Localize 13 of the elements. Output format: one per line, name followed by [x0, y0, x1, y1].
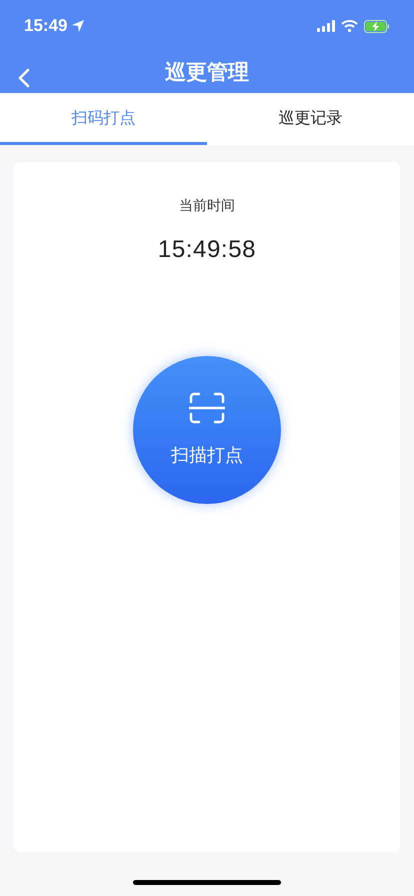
scan-button[interactable]: 扫描打点 [133, 356, 281, 504]
current-time: 15:49:58 [158, 235, 256, 265]
status-time: 15:49 [24, 15, 68, 38]
time-label: 当前时间 [179, 196, 235, 215]
location-arrow-icon [71, 19, 86, 33]
scan-icon [189, 392, 225, 424]
wifi-icon [341, 20, 358, 32]
page-title: 巡更管理 [165, 60, 249, 86]
back-icon [18, 68, 30, 88]
tab[interactable]: 扫码打点 [0, 93, 207, 145]
battery-charging-icon [364, 20, 390, 32]
signal-icon [317, 20, 335, 32]
tab[interactable]: 巡更记录 [207, 93, 414, 145]
